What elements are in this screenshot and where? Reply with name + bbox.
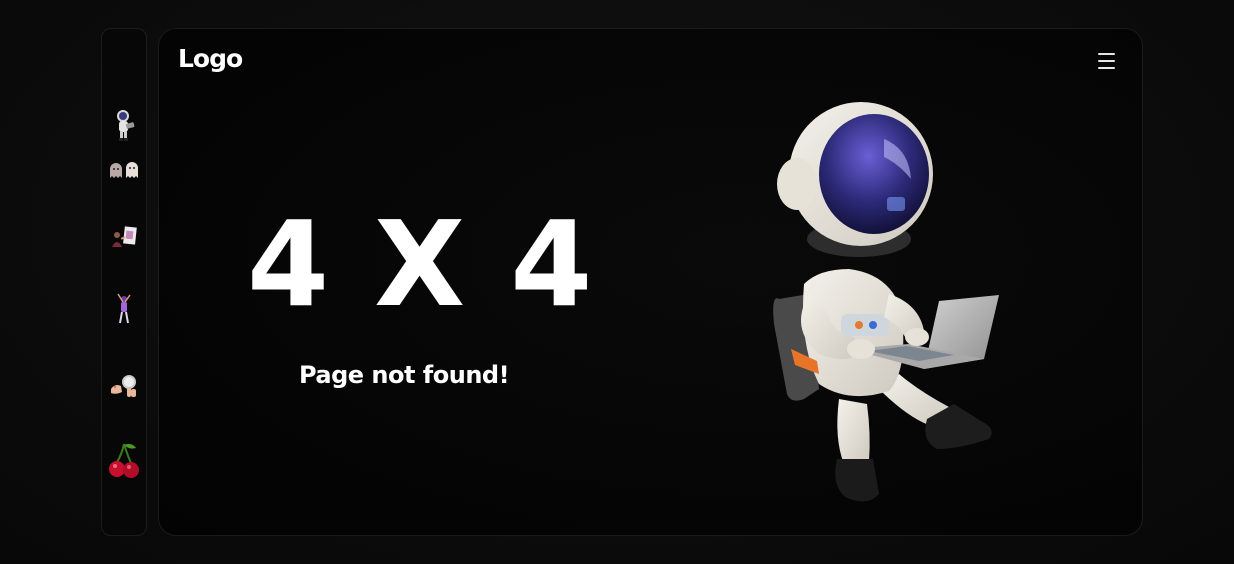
menu-line	[1098, 67, 1115, 69]
ghosts-sticker-icon	[110, 162, 138, 178]
logo[interactable]: Logo	[178, 44, 243, 73]
menu-line	[1098, 60, 1115, 62]
sidebar-item-ghosts[interactable]	[102, 150, 146, 190]
painter-sticker-icon	[112, 226, 137, 247]
sidebar-item-magnifier[interactable]	[102, 367, 146, 407]
error-page: Logo 4 X 4 Page not found!	[0, 0, 1234, 564]
cherries-sticker-icon	[109, 443, 139, 478]
sidebar-item-astronaut[interactable]	[102, 105, 146, 145]
menu-line	[1098, 53, 1115, 55]
astronaut-sticker-icon	[117, 110, 135, 141]
hamburger-menu-icon[interactable]	[1096, 51, 1118, 71]
error-message: Page not found!	[298, 361, 510, 389]
main-card: Logo 4 X 4 Page not found!	[158, 28, 1143, 536]
sidebar-item-cherries[interactable]	[102, 437, 146, 485]
sidebar-item-painter[interactable]	[102, 217, 146, 257]
astronaut-illustration	[773, 102, 999, 502]
magnifier-hand-sticker-icon	[111, 375, 136, 397]
dancer-sticker-icon	[117, 293, 131, 324]
error-code-headline: 4 X 4	[247, 195, 595, 333]
sidebar-item-dancer[interactable]	[102, 289, 146, 329]
sidebar	[101, 28, 147, 536]
